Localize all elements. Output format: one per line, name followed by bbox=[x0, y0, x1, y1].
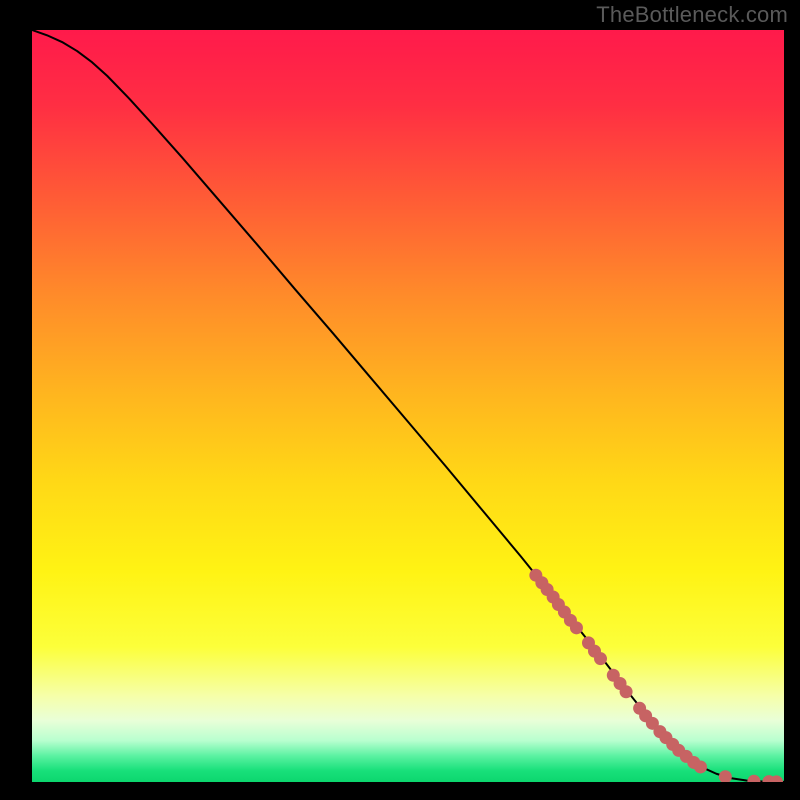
data-point bbox=[694, 760, 707, 773]
data-point bbox=[620, 685, 633, 698]
chart-frame: TheBottleneck.com bbox=[0, 0, 800, 800]
data-point bbox=[570, 621, 583, 634]
plot-area bbox=[32, 30, 784, 782]
chart-svg bbox=[32, 30, 784, 782]
data-point bbox=[594, 652, 607, 665]
watermark-label: TheBottleneck.com bbox=[596, 2, 788, 28]
gradient-background bbox=[32, 30, 784, 782]
